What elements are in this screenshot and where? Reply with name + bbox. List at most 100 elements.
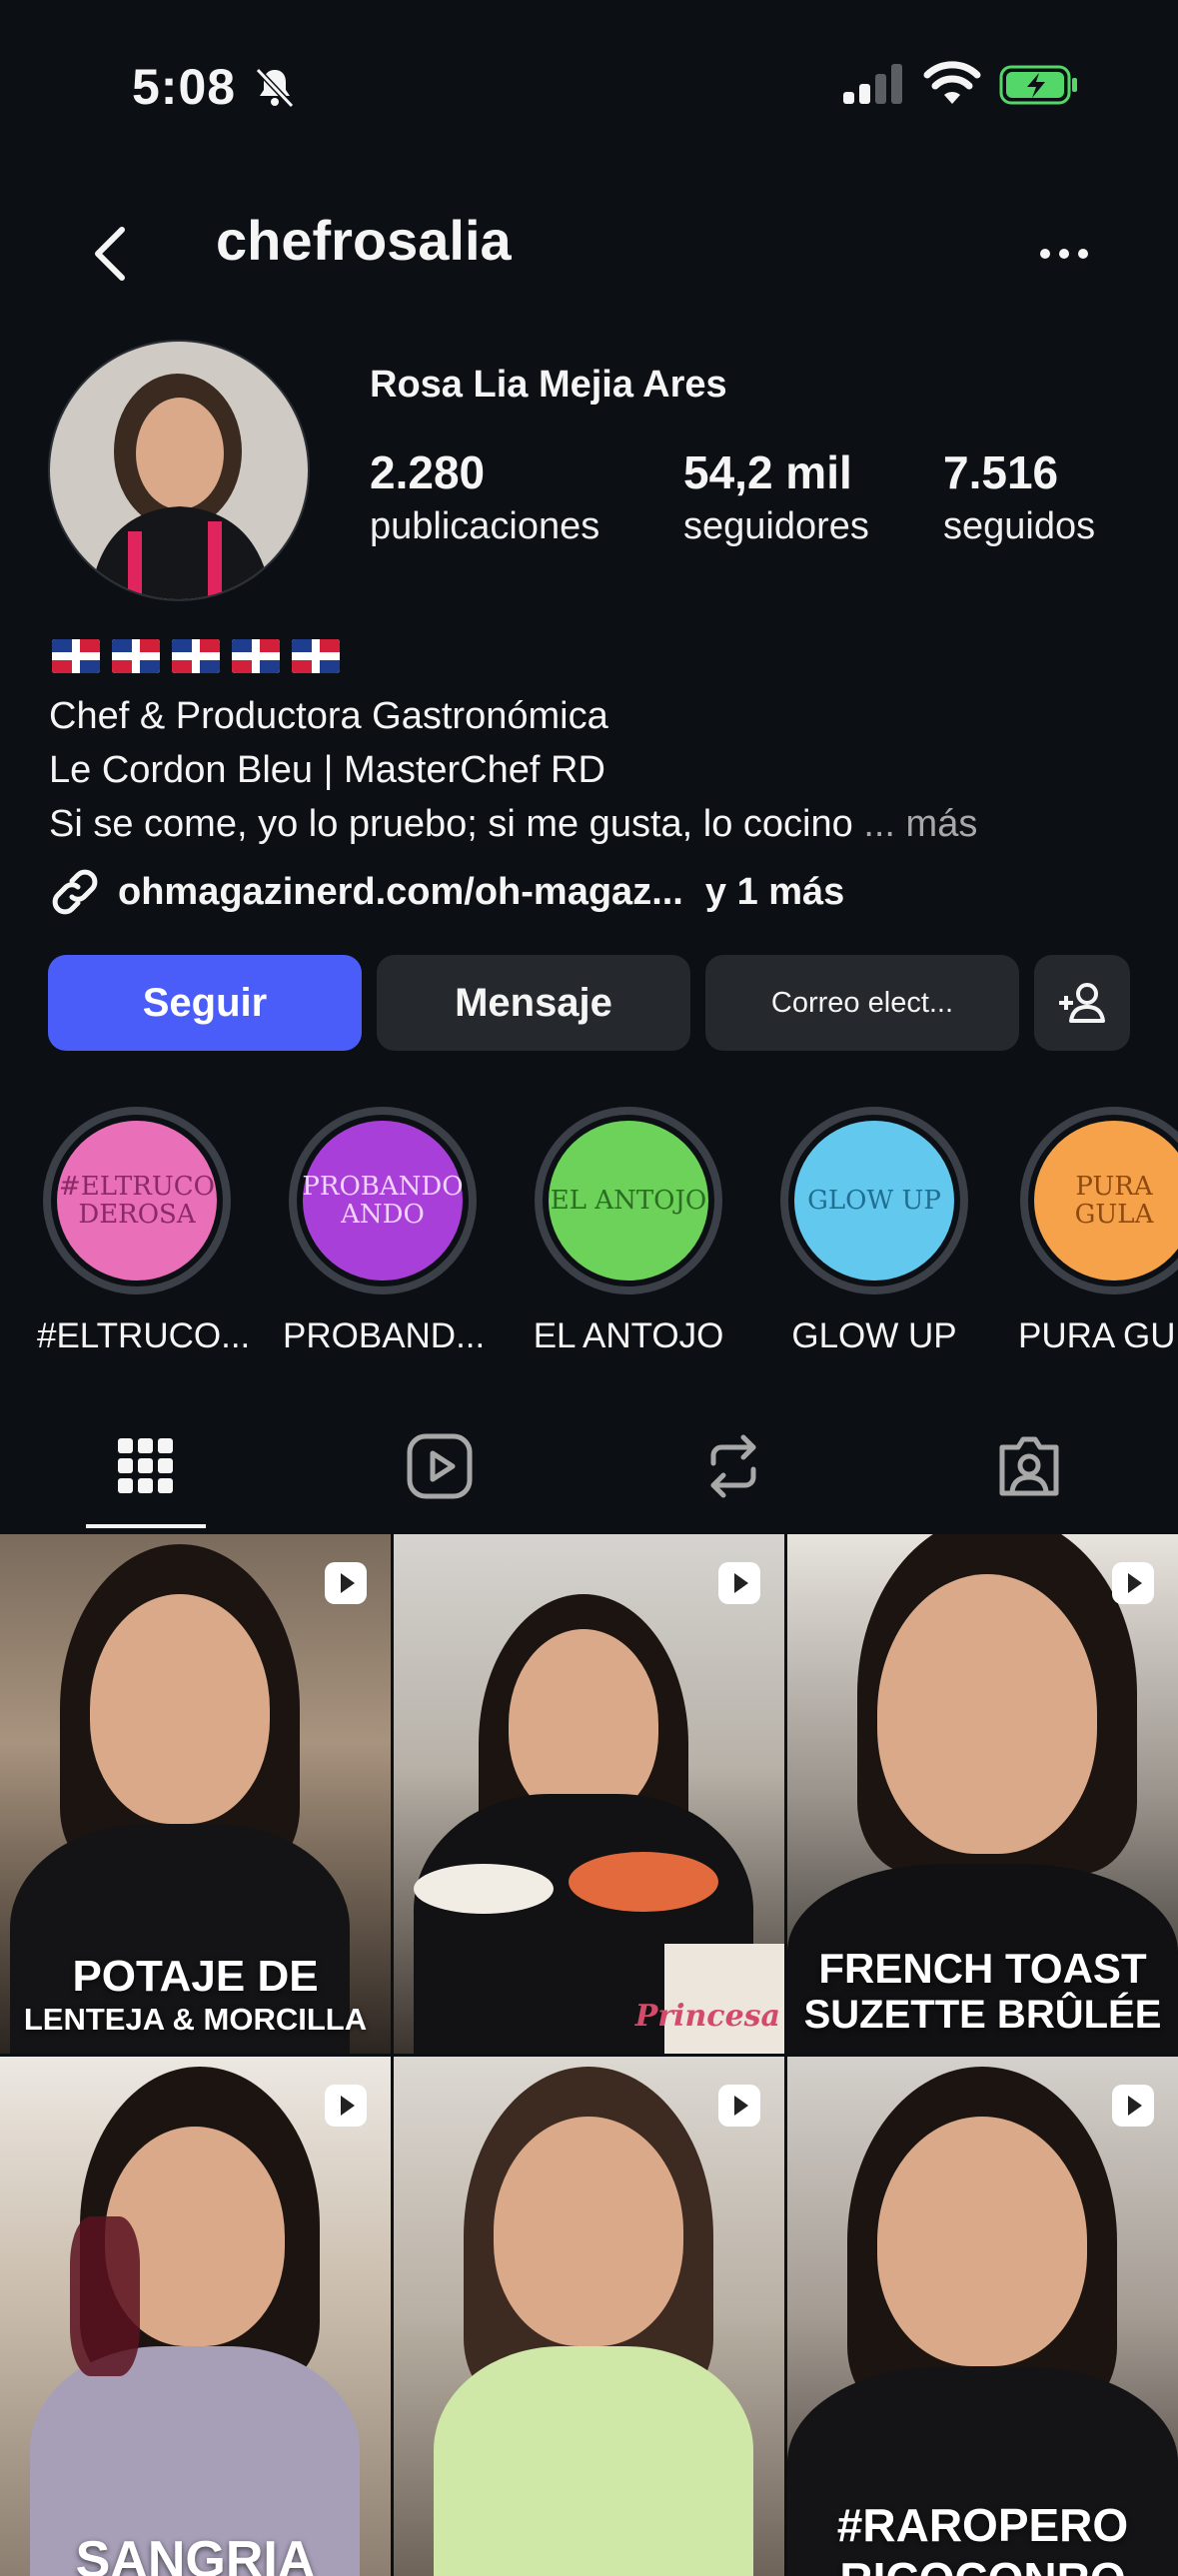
post-caption: SANGRIA: [0, 2530, 391, 2576]
grid-post[interactable]: [394, 2057, 784, 2576]
post-caption-line: LENTEJA & MORCILLA: [23, 2002, 368, 2037]
highlight-cover: PURA GULA: [1034, 1121, 1178, 1281]
reels-icon: [407, 1433, 473, 1499]
highlight-item[interactable]: EL ANTOJO EL ANTOJO: [529, 1107, 728, 1356]
post-caption: POTAJE DE LENTEJA & MORCILLA: [0, 1952, 391, 2038]
stat-posts-value: 2.280: [370, 446, 486, 498]
stat-followers-value: 54,2 mil: [683, 446, 852, 498]
highlight-cover: #ELTRUCO DEROSA: [57, 1121, 217, 1281]
grid-post[interactable]: SANGRIA: [0, 2057, 391, 2576]
highlight-item[interactable]: PURA GULA PURA GU: [1020, 1107, 1178, 1356]
grid-post[interactable]: #RAROPERO RICOCONRO: [787, 2057, 1178, 2576]
highlight-cover-text: GLOW UP: [807, 1186, 941, 1216]
highlight-ring: EL ANTOJO: [535, 1107, 722, 1294]
grid-icon: [118, 1438, 173, 1493]
post-caption-line: SANGRIA: [75, 2531, 316, 2576]
message-button[interactable]: Mensaje: [377, 955, 690, 1051]
highlight-label: #ELTRUCO...: [37, 1316, 251, 1355]
active-tab-indicator: [86, 1524, 206, 1528]
post-caption: #RAROPERO RICOCONRO: [787, 2498, 1178, 2576]
reel-indicator-icon: [716, 2083, 762, 2129]
highlight-ring: #ELTRUCO DEROSA: [43, 1107, 231, 1294]
stat-posts-label: publicaciones: [370, 505, 600, 547]
highlight-ring: GLOW UP: [780, 1107, 968, 1294]
stat-following-value: 7.516: [943, 446, 1059, 498]
highlight-item[interactable]: #ELTRUCO DEROSA #ELTRUCO...: [37, 1107, 251, 1356]
bio-flags: [52, 639, 340, 673]
post-caption: Princesa: [394, 1999, 780, 2034]
email-button[interactable]: Correo elect...: [705, 955, 1019, 1051]
highlight-item[interactable]: PROBANDO ANDO PROBAND...: [283, 1107, 486, 1356]
highlight-cover-text: PURA GULA: [1074, 1172, 1154, 1230]
cellular-signal-icon: [843, 64, 902, 104]
highlight-cover: PROBANDO ANDO: [302, 1121, 464, 1281]
reel-indicator-icon: [1110, 2083, 1156, 2129]
post-caption-line: Princesa: [634, 1999, 780, 2034]
profile-bio: Chef & Productora Gastronómica Le Cordon…: [49, 689, 977, 851]
tagged-person-icon: [999, 1436, 1059, 1496]
highlight-item[interactable]: GLOW UP GLOW UP: [774, 1107, 974, 1356]
link-text: ohmagazinerd.com/oh-magaz...: [118, 870, 683, 913]
back-button[interactable]: [52, 196, 168, 312]
highlight-label: PROBAND...: [283, 1316, 486, 1355]
profile-full-name: Rosa Lia Mejia Ares: [370, 364, 727, 406]
stat-followers[interactable]: 54,2 mil seguidores: [683, 445, 869, 548]
suggested-users-button[interactable]: [1034, 955, 1130, 1051]
follow-button[interactable]: Seguir: [48, 955, 362, 1051]
tab-posts-grid[interactable]: [96, 1426, 196, 1506]
highlight-cover-text: #ELTRUCO DEROSA: [59, 1172, 215, 1230]
dominican-flag-icon: [232, 639, 280, 673]
profile-link[interactable]: ohmagazinerd.com/oh-magaz... y 1 más: [48, 865, 844, 919]
bio-line: Si se come, yo lo pruebo; si me gusta, l…: [49, 803, 853, 845]
highlight-label: EL ANTOJO: [533, 1316, 724, 1355]
stat-following[interactable]: 7.516 seguidos: [943, 445, 1095, 548]
silent-bell-icon: [255, 67, 295, 109]
grid-post[interactable]: Princesa: [394, 1534, 784, 2054]
stat-following-label: seguidos: [943, 505, 1096, 547]
post-caption: FRENCH TOAST SUZETTE BRÛLÉE: [787, 1945, 1178, 2038]
highlight-cover-text: PROBANDO ANDO: [302, 1172, 464, 1230]
posts-grid: POTAJE DE LENTEJA & MORCILLA Princesa FR…: [0, 1534, 1178, 2576]
highlight-label: GLOW UP: [791, 1316, 957, 1355]
link-more: y 1 más: [704, 870, 845, 913]
post-caption-line: RICOCONRO: [787, 2552, 1178, 2576]
post-caption-line: FRENCH TOAST: [818, 1945, 1147, 1992]
stat-followers-label: seguidores: [683, 505, 869, 547]
more-dots-icon: [1040, 249, 1088, 259]
profile-username: chefrosalia: [216, 209, 512, 272]
wifi-icon: [923, 61, 981, 104]
reel-indicator-icon: [323, 1560, 369, 1606]
post-caption-line: POTAJE DE: [72, 1952, 319, 2001]
stat-posts[interactable]: 2.280 publicaciones: [370, 445, 599, 548]
post-caption-line: SUZETTE BRÛLÉE: [803, 1993, 1162, 2037]
bio-line: Le Cordon Bleu | MasterChef RD: [49, 749, 605, 791]
status-time: 5:08: [132, 59, 237, 115]
tab-reels[interactable]: [390, 1426, 490, 1506]
more-options-button[interactable]: [1001, 196, 1127, 312]
reel-indicator-icon: [323, 2083, 369, 2129]
dominican-flag-icon: [172, 639, 220, 673]
grid-post[interactable]: FRENCH TOAST SUZETTE BRÛLÉE: [787, 1534, 1178, 2054]
chevron-left-icon: [95, 227, 125, 281]
tab-reposts[interactable]: [683, 1426, 783, 1506]
link-icon: [52, 869, 98, 915]
post-caption-line: #RAROPERO: [836, 2499, 1129, 2551]
reel-indicator-icon: [1110, 1560, 1156, 1606]
highlight-cover: EL ANTOJO: [549, 1121, 708, 1281]
highlight-ring: PROBANDO ANDO: [289, 1107, 477, 1294]
profile-avatar[interactable]: [48, 340, 310, 601]
highlight-ring: PURA GULA: [1020, 1107, 1178, 1294]
highlight-cover: GLOW UP: [794, 1121, 954, 1281]
dominican-flag-icon: [52, 639, 100, 673]
tab-tagged[interactable]: [979, 1426, 1079, 1506]
add-person-icon: [1059, 983, 1105, 1023]
highlight-cover-text: EL ANTOJO: [550, 1186, 707, 1216]
bio-line: Chef & Productora Gastronómica: [49, 695, 608, 737]
battery-charging-icon: [999, 65, 1077, 105]
bio-more-link[interactable]: ... más: [863, 803, 977, 845]
repost-icon: [710, 1434, 756, 1498]
reel-indicator-icon: [716, 1560, 762, 1606]
dominican-flag-icon: [292, 639, 340, 673]
highlight-label: PURA GU: [1020, 1316, 1176, 1355]
grid-post[interactable]: POTAJE DE LENTEJA & MORCILLA: [0, 1534, 391, 2054]
